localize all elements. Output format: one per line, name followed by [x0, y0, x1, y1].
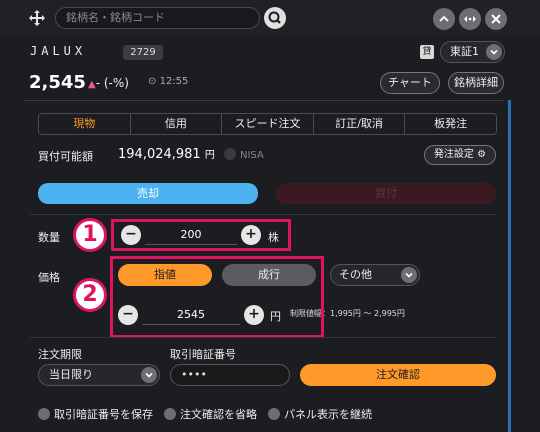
highlight-box-1 — [111, 219, 291, 251]
collapse-button[interactable] — [433, 8, 455, 30]
search-icon — [268, 11, 281, 24]
highlight-box-2 — [110, 256, 324, 338]
chevron-down-icon — [401, 267, 417, 283]
chevron-down-icon — [141, 367, 157, 383]
step-badge-1: 1 — [73, 218, 107, 252]
keep-panel-label: パネル表示を継続 — [284, 408, 372, 421]
nisa-toggle[interactable]: NISA — [224, 148, 264, 161]
triangle-up-icon: ▲ — [88, 79, 96, 90]
market-select[interactable]: 東証1 — [440, 41, 505, 63]
tab-correct-cancel[interactable]: 訂正/取消 — [314, 114, 406, 134]
period-value: 当日限り — [49, 368, 93, 381]
period-label: 注文期限 — [38, 348, 82, 361]
radio-icon — [268, 408, 280, 420]
pin-input[interactable]: •••• — [170, 364, 290, 386]
sell-button[interactable]: 売却 — [38, 183, 258, 204]
divider — [30, 214, 497, 215]
radio-icon — [224, 148, 236, 160]
price-label: 価格 — [38, 271, 60, 284]
other-order-label: その他 — [339, 268, 372, 281]
close-button[interactable] — [485, 8, 507, 30]
other-order-select[interactable]: その他 — [330, 264, 420, 286]
nisa-label: NISA — [240, 150, 264, 161]
clock-icon: ⊙ — [148, 76, 157, 87]
stock-detail-button[interactable]: 銘柄詳細 — [448, 72, 504, 94]
radio-icon — [38, 408, 50, 420]
close-icon — [491, 14, 501, 24]
order-setting-button[interactable]: 発注設定 ⚙ — [424, 145, 496, 165]
market-label: 東証1 — [450, 45, 479, 58]
search-input[interactable]: 銘柄名・銘柄コード — [55, 7, 260, 29]
divider — [30, 337, 497, 338]
price-change-value: - (-%) — [95, 76, 129, 90]
tab-genbutsu[interactable]: 現物 — [39, 114, 131, 134]
step-badge-2: 2 — [73, 278, 107, 312]
pin-label: 取引暗証番号 — [170, 348, 236, 361]
chevron-down-icon — [486, 44, 502, 60]
tab-speed-order[interactable]: スピード注文 — [222, 114, 314, 134]
price-time: ⊙ 12:55 — [148, 76, 188, 87]
buy-button[interactable]: 買付 — [276, 183, 496, 204]
period-select[interactable]: 当日限り — [38, 364, 160, 386]
order-setting-label: 発注設定 — [433, 149, 474, 160]
tab-shinyo[interactable]: 信用 — [131, 114, 223, 134]
buyable-amount: 194,024,981 円 — [118, 146, 215, 162]
swap-button[interactable] — [459, 8, 481, 30]
order-tabs: 現物 信用 スピード注文 訂正/取消 板発注 — [38, 113, 497, 135]
stock-code-badge: 2729 — [123, 45, 163, 60]
gear-icon: ⚙ — [477, 149, 487, 160]
chevron-up-icon — [439, 15, 449, 22]
chart-button[interactable]: チャート — [380, 72, 440, 94]
order-confirm-button[interactable]: 注文確認 — [300, 364, 496, 386]
scrollbar[interactable] — [508, 100, 511, 432]
radio-icon — [164, 408, 176, 420]
price-change: ▲- (-%) — [88, 76, 129, 90]
buyable-value: 194,024,981 — [118, 147, 201, 162]
buyable-label: 買付可能額 — [38, 150, 93, 163]
search-button[interactable] — [264, 7, 286, 29]
save-pin-checkbox[interactable]: 取引暗証番号を保存 — [38, 406, 153, 422]
keep-panel-checkbox[interactable]: パネル表示を継続 — [268, 406, 372, 422]
move-icon[interactable] — [28, 9, 46, 27]
stock-name: JALUX — [30, 44, 87, 58]
price-time-value: 12:55 — [159, 76, 189, 87]
quantity-label: 数量 — [38, 231, 60, 244]
current-price: 2,545 — [29, 72, 86, 93]
save-pin-label: 取引暗証番号を保存 — [54, 408, 153, 421]
swap-icon — [464, 16, 476, 22]
buyable-unit: 円 — [204, 150, 215, 161]
lendable-badge: 貸 — [420, 45, 434, 59]
tab-board-order[interactable]: 板発注 — [405, 114, 496, 134]
skip-confirm-checkbox[interactable]: 注文確認を省略 — [164, 406, 257, 422]
skip-confirm-label: 注文確認を省略 — [180, 408, 257, 421]
